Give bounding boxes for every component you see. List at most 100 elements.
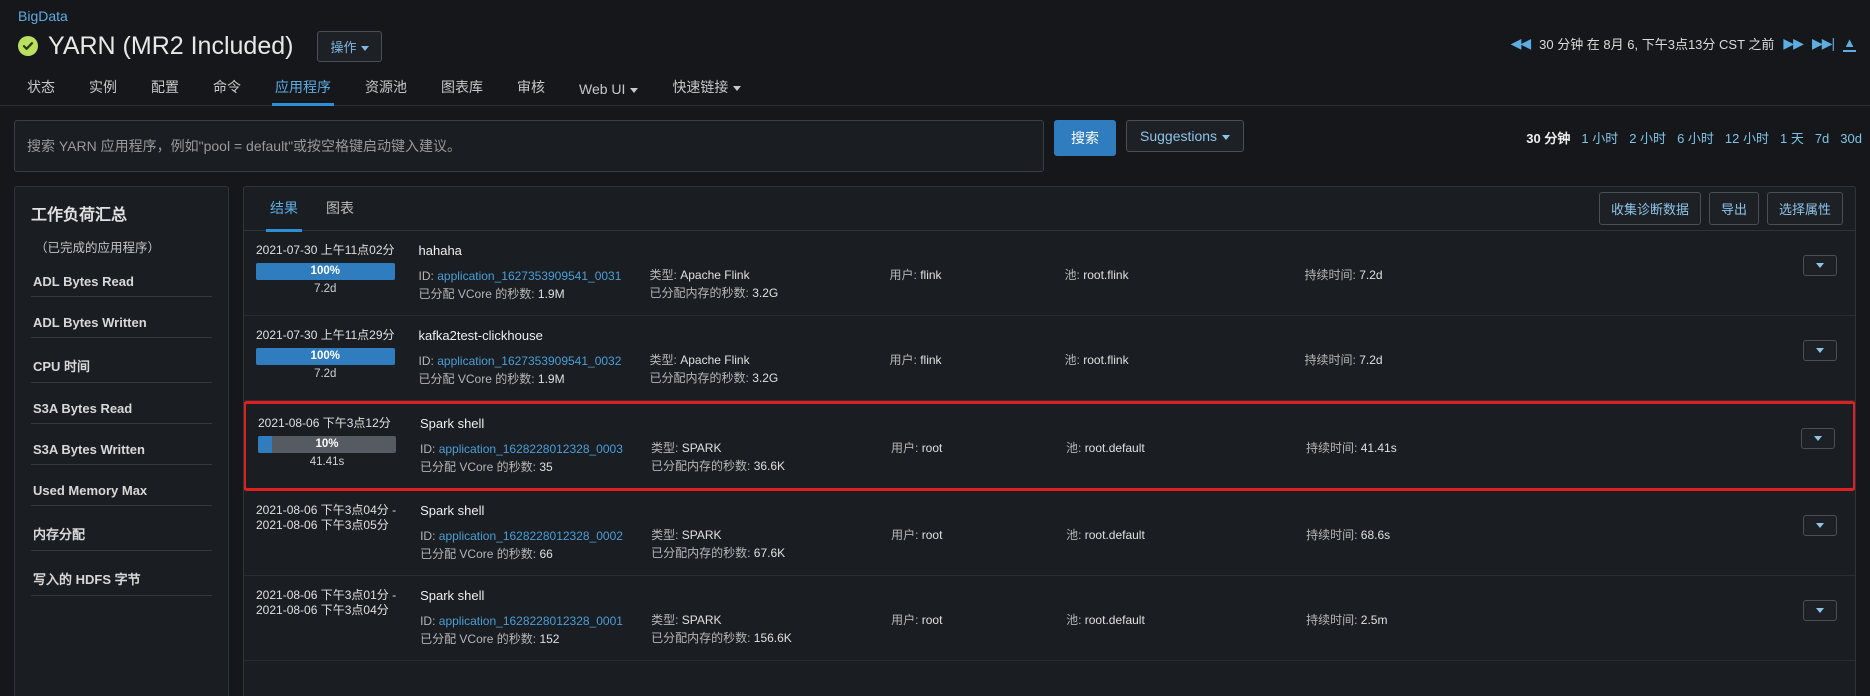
nav-tab-0[interactable]: 状态 [10,69,72,105]
chevron-down-icon [630,87,639,93]
row-vcore-value: 1.9M [537,372,565,386]
row-duration-value: 2.5m [1360,613,1388,627]
row-pool-column: 池: root.flink [1065,328,1305,369]
suggestions-button[interactable]: Suggestions [1126,120,1245,152]
row-id-link[interactable]: application_1628228012328_0001 [439,614,623,628]
application-row[interactable]: 2021-07-30 上午11点29分 100% 7.2d kafka2test-cl… [244,316,1855,401]
sidebar-item-2[interactable]: CPU 时间 [31,338,212,383]
row-id-link[interactable]: application_1628228012328_0003 [439,442,623,456]
nav-tab-8[interactable]: Web UI [562,73,655,105]
results-tab-0[interactable]: 结果 [256,187,312,232]
nav-tab-6[interactable]: 图表库 [424,69,500,105]
sidebar-item-6[interactable]: 内存分配 [31,506,212,551]
row-dropdown-button[interactable] [1803,340,1837,361]
sidebar-item-4[interactable]: S3A Bytes Written [31,424,212,465]
nav-tab-2[interactable]: 配置 [134,69,196,105]
forward-icon[interactable]: ▶▶ [1783,35,1804,52]
results-tab-1[interactable]: 图表 [312,187,368,231]
row-pool-value: root.default [1084,441,1145,455]
row-user-column: 用户: root [891,588,1066,629]
sidebar-item-3[interactable]: S3A Bytes Read [31,383,212,424]
breadcrumb[interactable]: BigData [0,0,1870,24]
search-input[interactable] [14,120,1044,172]
row-duration-sub: 7.2d [314,368,337,380]
nav-tab-label: 应用程序 [275,79,331,95]
row-pool-label: 池: [1066,613,1082,627]
time-range-option-4[interactable]: 12 小时 [1725,128,1769,147]
time-range-option-2[interactable]: 2 小时 [1629,128,1666,147]
row-id-link[interactable]: application_1627353909541_0032 [437,354,621,368]
row-vcore-seconds: 已分配 VCore 的秒数: 1.9M [419,285,650,303]
row-vcore-value: 1.9M [537,287,565,301]
row-dropdown-button[interactable] [1803,600,1837,621]
skip-to-now-icon[interactable]: ▶▶| [1812,35,1835,52]
row-menu-column [1785,588,1855,621]
row-pool-value: root.default [1084,528,1145,542]
row-application-id: ID: application_1628228012328_0001 [420,612,651,630]
row-type-value: SPARK [681,441,722,455]
time-range-option-5[interactable]: 1 天 [1780,128,1804,147]
application-row[interactable]: 2021-08-06 下午3点12分 10% 41.41s Spark shell ID… [244,401,1855,491]
search-button[interactable]: 搜索 [1054,120,1116,156]
row-pool-column: 池: root.default [1066,416,1306,457]
row-user-value: flink [920,268,942,282]
time-range-option-1[interactable]: 1 小时 [1581,128,1618,147]
row-id-label: ID: [420,529,436,543]
row-dropdown-button[interactable] [1801,428,1835,449]
row-pool-value: root.default [1084,613,1145,627]
sidebar-item-1[interactable]: ADL Bytes Written [31,297,212,338]
row-duration-label: 持续时间: [1304,268,1356,282]
application-row[interactable]: 2021-08-06 下午3点01分 -2021-08-06 下午3点04分 Sp… [244,576,1855,661]
row-dropdown-button[interactable] [1803,255,1837,276]
row-end-time: 2021-08-06 下午3点05分 [256,518,389,532]
row-pool-column: 池: root.flink [1065,243,1305,284]
nav-tab-9[interactable]: 快速链接 [655,69,758,105]
time-range-option-6[interactable]: 7d [1815,131,1829,146]
results-tabs: 结果 图表 [256,187,368,232]
sidebar-item-0[interactable]: ADL Bytes Read [31,256,212,297]
application-row[interactable]: 2021-07-30 上午11点02分 100% 7.2d hahaha ID: app… [244,231,1855,316]
operations-button[interactable]: 操作 [317,30,383,62]
row-memory-seconds: 已分配内存的秒数: 3.2G [650,369,890,387]
row-id-label: ID: [418,269,434,283]
results-action-0[interactable]: 收集诊断数据 [1598,192,1701,225]
row-id-label: ID: [420,614,436,628]
row-type-column: 类型: Apache Flink 已分配内存的秒数: 3.2G [650,328,890,387]
nav-tab-4[interactable]: 应用程序 [258,69,348,106]
sidebar-item-5[interactable]: Used Memory Max [31,465,212,506]
nav-tab-3[interactable]: 命令 [196,69,258,105]
time-navigation: ◀◀ 30 分钟 在 8月 6, 下午3点13分 CST 之前 ▶▶ ▶▶| ▲ [1511,34,1856,53]
row-type: 类型: Apache Flink [650,351,890,369]
chevron-down-icon [1816,608,1824,613]
rewind-icon[interactable]: ◀◀ [1511,35,1532,52]
time-range-option-7[interactable]: 30d [1840,131,1862,146]
nav-tab-7[interactable]: 审核 [500,69,562,105]
results-action-1[interactable]: 导出 [1708,192,1759,225]
time-range-option-0[interactable]: 30 分钟 [1526,128,1570,147]
chevron-down-icon [733,85,742,91]
row-memory-seconds: 已分配内存的秒数: 3.2G [650,284,890,302]
row-memory-label: 已分配内存的秒数: [651,546,751,560]
row-memory-label: 已分配内存的秒数: [651,459,751,473]
row-user-column: 用户: flink [890,243,1065,284]
sidebar-item-7[interactable]: 写入的 HDFS 字节 [31,551,212,596]
time-range-text: 30 分钟 在 8月 6, 下午3点13分 CST 之前 [1539,37,1775,52]
row-dropdown-button[interactable] [1803,515,1837,536]
chart-view-icon[interactable]: ▲ [1843,36,1856,52]
row-id-link[interactable]: application_1628228012328_0002 [439,529,623,543]
page-title: YARN (MR2 Included) [48,31,294,60]
row-duration: 持续时间: 7.2d [1305,351,1785,369]
nav-tab-label: 配置 [151,79,179,95]
row-menu-column [1785,243,1855,276]
row-user-value: root [921,441,943,455]
nav-tab-1[interactable]: 实例 [72,69,134,105]
time-range-option-3[interactable]: 6 小时 [1677,128,1714,147]
row-vcore-seconds: 已分配 VCore 的秒数: 66 [420,545,651,563]
row-type-label: 类型: [649,268,677,282]
nav-tab-5[interactable]: 资源池 [348,69,424,105]
row-vcore-label: 已分配 VCore 的秒数: [418,372,535,386]
application-row[interactable]: 2021-08-06 下午3点04分 -2021-08-06 下午3点05分 Sp… [244,491,1855,576]
results-action-2[interactable]: 选择属性 [1766,192,1843,225]
row-id-link[interactable]: application_1627353909541_0031 [437,269,621,283]
row-user-label: 用户: [891,528,919,542]
